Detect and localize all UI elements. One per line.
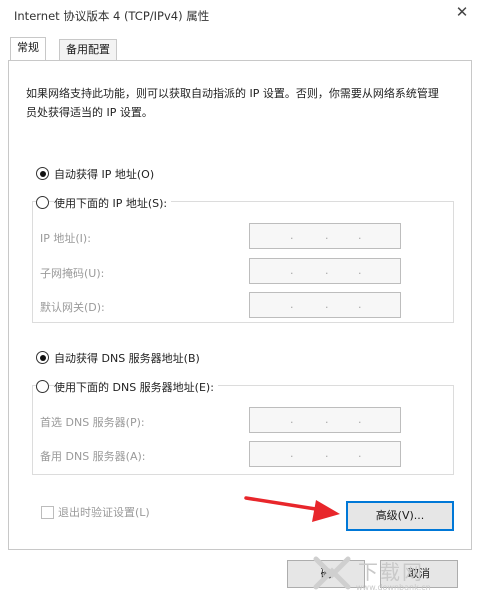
ip-address-label: IP 地址(I): [40,232,91,245]
alternate-dns-input[interactable]: ... [249,441,401,467]
validate-label[interactable]: 退出时验证设置(L) [58,504,150,520]
watermark-url: www.downbank.cn [356,583,431,592]
dns-auto-radio[interactable] [36,351,49,364]
subnet-mask-label: 子网掩码(U): [40,267,105,280]
preferred-dns-input[interactable]: ... [249,407,401,433]
watermark-text: 下载网 [358,560,424,584]
description-text: 如果网络支持此功能，则可以获取自动指派的 IP 设置。否则，你需要从网络系统管理… [26,87,439,119]
default-gateway-label: 默认网关(D): [40,301,105,314]
radio-empty-indicator [36,196,49,209]
tab-general[interactable]: 常规 [10,37,46,60]
ip-manual-radio[interactable] [36,196,49,209]
validate-checkbox[interactable] [41,506,54,519]
watermark-logo-icon [313,556,351,590]
red-arrow-annotation [244,496,340,522]
window-title: Internet 协议版本 4 (TCP/IPv4) 属性 [14,9,210,23]
default-gateway-input[interactable]: ... [249,292,401,318]
dns-manual-radio[interactable] [36,380,49,393]
tab-alternate-config[interactable]: 备用配置 [59,39,117,60]
dns-auto-label[interactable]: 自动获得 DNS 服务器地址(B) [54,350,200,366]
close-icon[interactable]: ✕ [454,4,470,20]
advanced-button[interactable]: 高级(V)... [346,501,454,531]
ip-manual-label[interactable]: 使用下面的 IP 地址(S): [54,195,172,211]
radio-selected-indicator [36,351,49,364]
subnet-mask-input[interactable]: ... [249,258,401,284]
radio-empty-indicator [36,380,49,393]
preferred-dns-label: 首选 DNS 服务器(P): [40,416,145,429]
ip-auto-radio[interactable] [36,167,49,180]
radio-selected-indicator [36,167,49,180]
ip-address-input[interactable]: ... [249,223,401,249]
alternate-dns-label: 备用 DNS 服务器(A): [40,450,146,463]
ip-auto-label[interactable]: 自动获得 IP 地址(O) [54,166,154,182]
dns-manual-label[interactable]: 使用下面的 DNS 服务器地址(E): [54,379,218,395]
